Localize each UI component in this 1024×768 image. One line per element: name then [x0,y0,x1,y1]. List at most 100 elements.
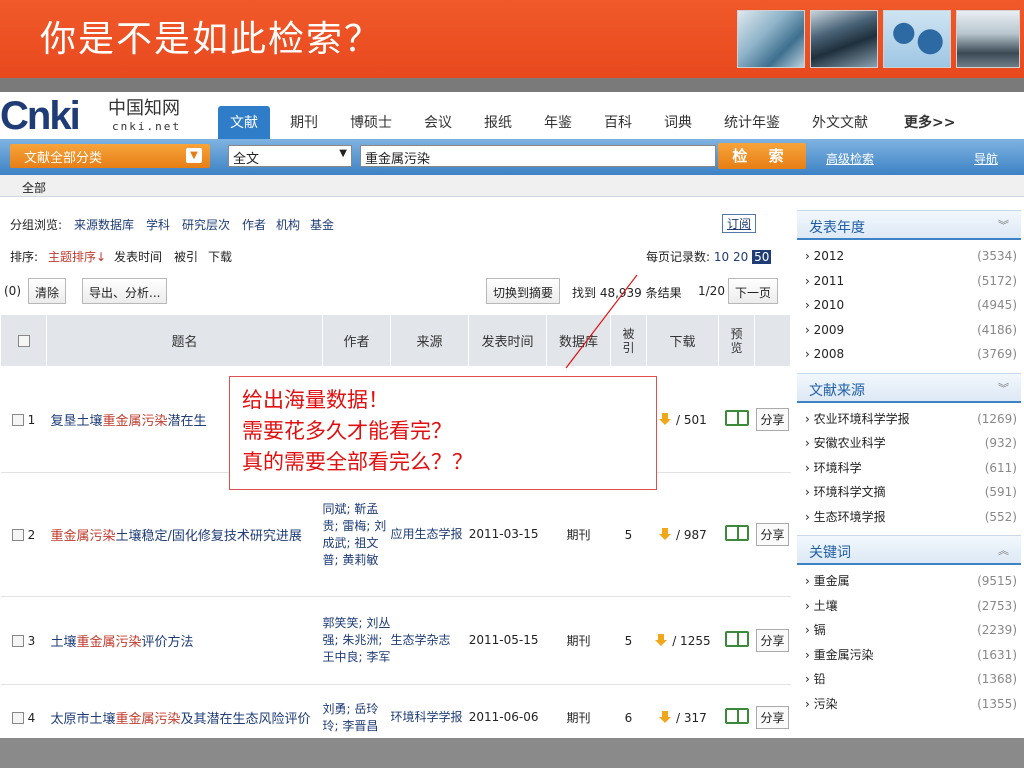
table-row: 2 重金属污染土壤稳定/固化修复技术研究进展 同斌; 靳孟贵; 雷梅; 刘成武;… [0,472,791,597]
subscribe-button[interactable]: 订阅 [722,214,757,233]
tab-foreign[interactable]: 外文文献 [812,112,868,132]
group-subject[interactable]: 学科 [146,216,170,233]
book-icon[interactable] [724,631,749,647]
select-all-checkbox[interactable] [17,334,30,347]
row-source[interactable]: 生态学杂志 [390,596,469,685]
download-icon[interactable] [658,412,672,427]
book-icon[interactable] [724,525,749,541]
filter-count: (591) [984,485,1017,499]
tab-more[interactable]: 更多>> [904,112,955,132]
per-page-10[interactable]: 10 [714,250,729,264]
share-button[interactable]: 分享 [756,523,789,546]
section-keyword-header[interactable]: 关键词 ︽ [797,535,1021,565]
book-icon[interactable] [724,708,749,724]
row-checkbox[interactable] [11,414,24,426]
switch-abstract-button[interactable]: 切换到摘要 [486,278,561,304]
col-date[interactable]: 发表时间 [468,314,547,367]
tab-newspapers[interactable]: 报纸 [484,112,512,132]
section-title: 文献来源 [809,382,865,399]
filter-item[interactable]: › 2008 (3769) [797,342,1021,367]
filter-item[interactable]: › 农业环境科学学报 (1269) [797,407,1021,432]
download-icon[interactable] [658,710,672,725]
row-source[interactable]: 应用生态学报 [390,472,469,597]
tab-dictionary[interactable]: 词典 [664,112,692,132]
row-checkbox[interactable] [11,635,24,647]
tab-statistics[interactable]: 统计年鉴 [724,112,780,132]
group-source-db[interactable]: 来源数据库 [74,216,134,233]
sort-cited[interactable]: 被引 [174,248,198,265]
search-button[interactable]: 检 索 [718,143,806,169]
field-select[interactable]: 全文 ▼ [228,145,352,167]
advanced-search-link[interactable]: 高级检索 [826,150,874,167]
row-title[interactable]: 重金属污染土壤稳定/固化修复技术研究进展 [46,472,323,597]
row-checkbox[interactable] [11,529,24,541]
filter-item[interactable]: › 土壤 (2753) [797,594,1021,619]
filter-item[interactable]: › 2010 (4945) [797,293,1021,318]
next-page-button[interactable]: 下一页 [728,278,779,304]
share-button[interactable]: 分享 [756,408,789,431]
row-authors[interactable]: 刘勇; 岳玲玲; 李晋昌 [322,684,391,738]
export-button[interactable]: 导出、分析... [82,278,168,304]
tab-yearbooks[interactable]: 年鉴 [544,112,572,132]
per-page-50[interactable]: 50 [752,250,772,264]
filter-item[interactable]: › 安徽农业科学 (932) [797,431,1021,456]
group-level[interactable]: 研究层次 [182,216,230,233]
expand-chevron-icon[interactable]: ︽ [998,542,1009,558]
share-button[interactable]: 分享 [756,706,789,729]
filter-item[interactable]: › 环境科学文摘 (591) [797,480,1021,505]
collapse-chevron-icon[interactable]: ︾ [998,217,1009,233]
filter-item[interactable]: › 2009 (4186) [797,318,1021,343]
share-button[interactable]: 分享 [756,629,789,652]
row-source[interactable]: 环境科学学报 [390,684,469,738]
filter-item[interactable]: › 铅 (1368) [797,667,1021,692]
book-icon[interactable] [724,410,749,426]
col-downloads[interactable]: 下载 [646,314,719,367]
group-fund[interactable]: 基金 [310,216,334,233]
group-institution[interactable]: 机构 [276,216,300,233]
tab-theses[interactable]: 博硕士 [350,112,392,132]
row-download-cell: / 501 [646,366,719,473]
filter-item[interactable]: › 环境科学 (611) [797,456,1021,481]
tab-conferences[interactable]: 会议 [424,112,452,132]
filter-item[interactable]: › 2012 (3534) [797,244,1021,269]
col-source[interactable]: 来源 [390,314,469,367]
filter-item[interactable]: › 2011 (5172) [797,269,1021,294]
filter-item[interactable]: › 重金属污染 (1631) [797,643,1021,668]
chevron-down-icon: ▼ [186,148,202,163]
sort-relevance[interactable]: 主题排序↓ [48,248,106,265]
row-title[interactable]: 太原市土壤重金属污染及其潜在生态风险评价 [46,684,323,738]
search-input[interactable]: 重金属污染 [360,145,716,167]
group-author[interactable]: 作者 [242,216,266,233]
sort-date[interactable]: 发表时间 [114,248,162,265]
title-post: 及其潜在生态风险评价 [180,712,311,727]
tab-encyclopedia[interactable]: 百科 [604,112,632,132]
section-year-header[interactable]: 发表年度 ︾ [797,210,1021,240]
col-db[interactable]: 数据库 [546,314,611,367]
cnki-logo[interactable]: Cnki 中国知网 cnki.net [0,94,215,138]
filter-item[interactable]: › 生态环境学报 (552) [797,505,1021,530]
collapse-chevron-icon[interactable]: ︾ [998,380,1009,396]
sort-downloads[interactable]: 下载 [208,248,232,265]
category-select[interactable]: 文献全部分类 ▼ [10,144,210,168]
scope-all[interactable]: 全部 [22,179,46,196]
row-title[interactable]: 土壤重金属污染评价方法 [46,596,323,685]
filter-label: 土壤 [813,598,838,613]
filter-item[interactable]: › 镉 (2239) [797,618,1021,643]
per-page-20[interactable]: 20 [733,250,748,264]
row-checkbox[interactable] [11,712,24,724]
logo-mark: Cnki [0,94,81,138]
col-cited[interactable]: 被引 [610,314,647,367]
download-icon[interactable] [654,633,668,648]
col-title[interactable]: 题名 [46,314,323,367]
col-author[interactable]: 作者 [322,314,391,367]
tab-journals[interactable]: 期刊 [290,112,318,132]
filter-item[interactable]: › 重金属 (9515) [797,569,1021,594]
row-authors[interactable]: 同斌; 靳孟贵; 雷梅; 刘成武; 祖文普; 黄莉敏 [322,472,391,597]
section-source-header[interactable]: 文献来源 ︾ [797,372,1021,403]
row-authors[interactable]: 郭笑笑; 刘丛强; 朱兆洲; 王中良; 李军 [322,596,391,685]
download-icon[interactable] [658,527,672,542]
navigation-link[interactable]: 导航 [974,150,998,167]
filter-item[interactable]: › 污染 (1355) [797,692,1021,717]
clear-button[interactable]: 清除 [28,278,67,304]
tab-literature[interactable]: 文献 [218,106,270,140]
